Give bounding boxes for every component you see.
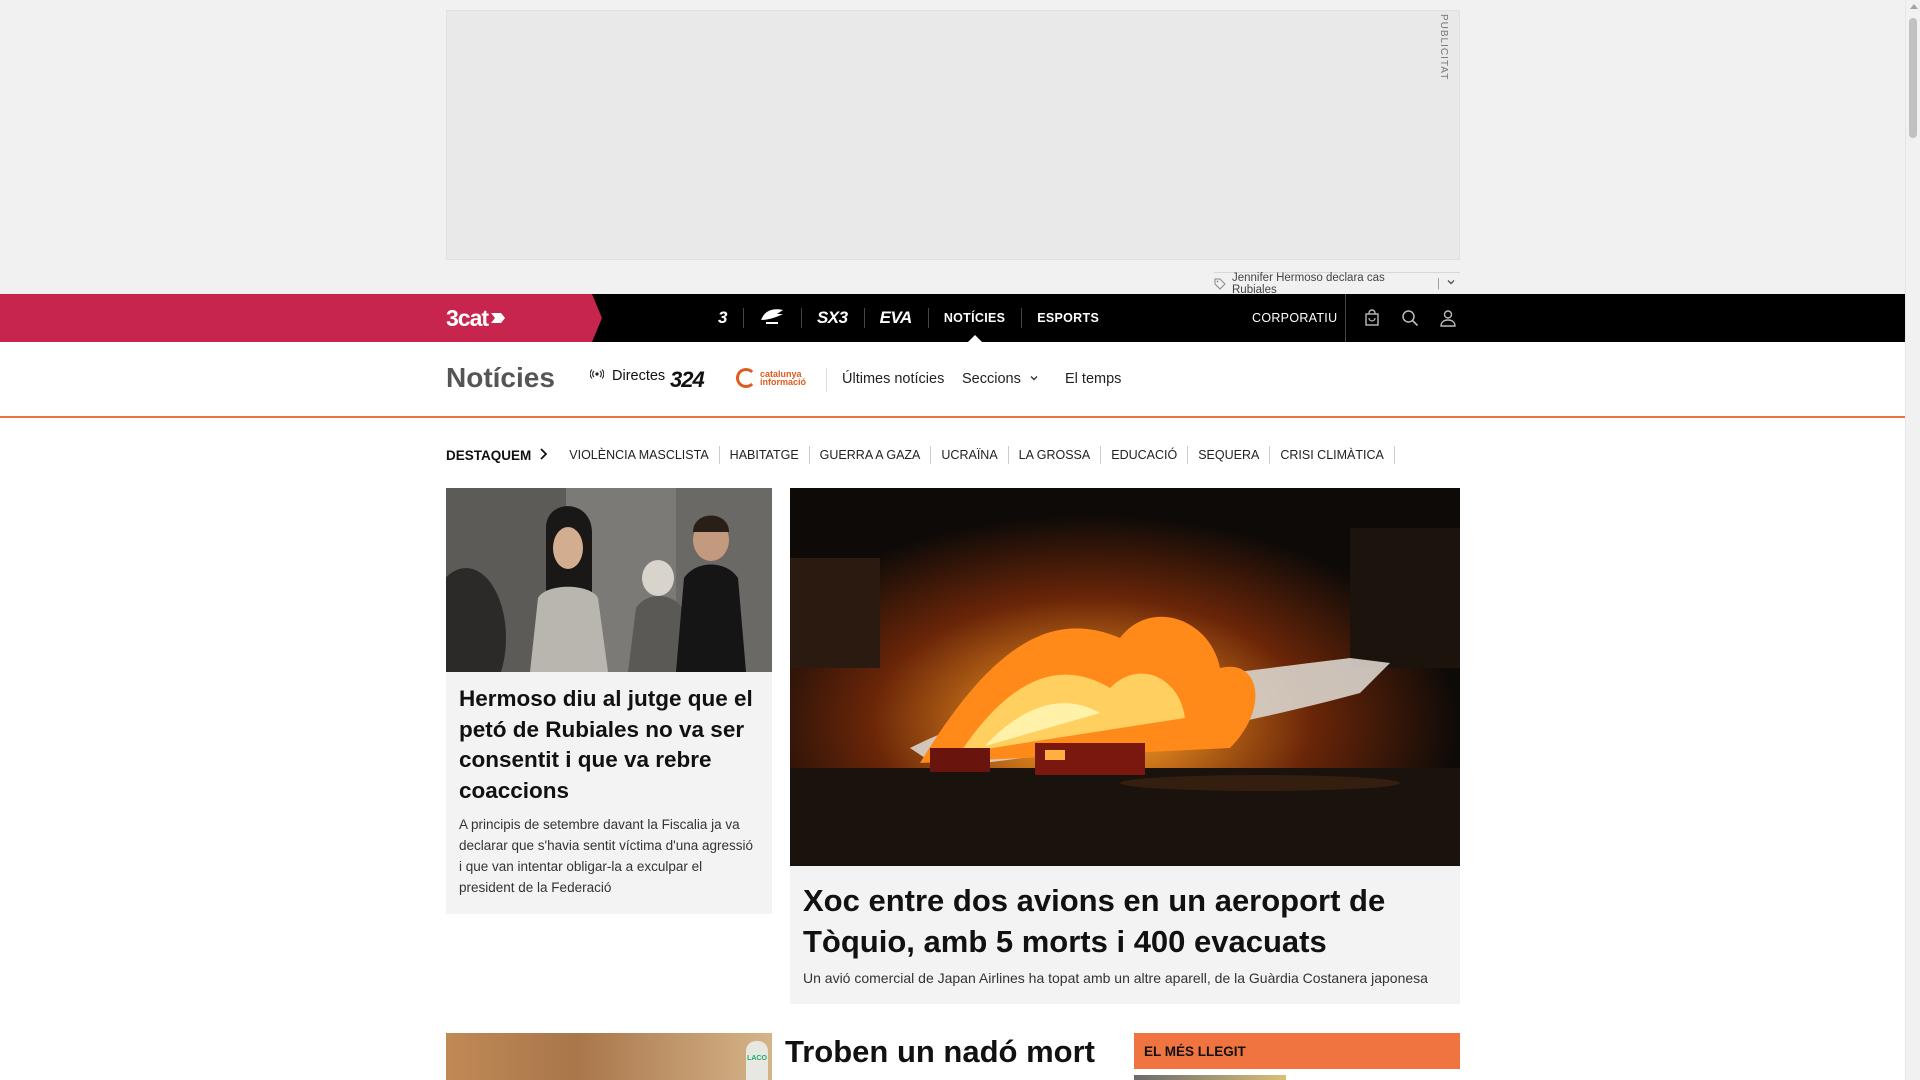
destaquem-item[interactable]: UCRAÏNA — [931, 446, 1009, 464]
channel-noticies-label: NOTÍCIES — [943, 311, 1006, 325]
article-summary: A principis de setembre davant la Fiscal… — [459, 817, 754, 895]
topic-tag[interactable]: Jennifer Hermoso declara cas Rubiales | — [1214, 272, 1460, 296]
chevron-down-icon — [1029, 371, 1039, 387]
article-image[interactable]: LACO — [446, 1033, 772, 1080]
destaquem-bar: DESTAQUEM VIOLÈNCIA MASCLISTA HABITATGE … — [446, 446, 1395, 464]
destaquem-item[interactable]: EDUCACIÓ — [1101, 446, 1189, 464]
destaquem-item[interactable]: VIOLÈNCIA MASCLISTA — [559, 446, 720, 464]
article-image[interactable] — [790, 488, 1460, 866]
mes-llegit-thumbnail[interactable] — [1134, 1075, 1286, 1080]
seccions-label: Seccions — [962, 371, 1021, 387]
brand-block — [0, 294, 602, 342]
ultimes-noticies-link[interactable]: Últimes notícies — [842, 371, 944, 387]
3cat-logo[interactable]: 3cat — [446, 304, 506, 331]
ad-label: PUBLICITAT — [1438, 14, 1449, 81]
destaquem-item[interactable]: CRISI CLIMÀTICA — [1270, 446, 1395, 464]
article-headline[interactable]: Hermoso diu al jutge que el petó de Rubi… — [459, 684, 759, 806]
channel-noticies[interactable]: NOTÍCIES — [927, 294, 1021, 342]
ad-slot[interactable] — [446, 10, 1460, 260]
divider — [826, 368, 827, 392]
chevron-down-icon[interactable] — [1446, 277, 1456, 290]
324-logo[interactable]: 324 — [670, 367, 705, 393]
eva-logo: EVA — [879, 308, 913, 327]
destaquem-item[interactable]: GUERRA A GAZA — [810, 446, 932, 464]
catalunya-informacio-logo[interactable]: catalunya informació — [736, 368, 806, 388]
ad-band: PUBLICITAT Jennifer Hermoso declara cas … — [0, 0, 1905, 296]
article-summary: Un avió comercial de Japan Airlines ha t… — [803, 970, 1428, 986]
directes-link[interactable]: Directes — [589, 368, 666, 384]
catinfo-line2: informació — [760, 377, 807, 387]
channel-tv3[interactable]: 3 — [702, 294, 743, 342]
section-header: Notícies Directes 324 catalunya informac… — [0, 342, 1905, 418]
el-temps-link[interactable]: El temps — [1065, 371, 1121, 387]
catinfo-mark-icon — [736, 368, 756, 388]
top-navigation: 3cat 3 SX3 EVA NOTÍCIES ESPORTS CORPORAT… — [0, 294, 1905, 342]
scrollbar[interactable] — [1905, 0, 1920, 1080]
tv3-logo: 3 — [718, 308, 727, 327]
mes-llegit-header: EL MÉS LLEGIT — [1134, 1033, 1460, 1069]
search-icon[interactable] — [1398, 306, 1422, 330]
directes-label: Directes — [612, 368, 666, 384]
seccions-dropdown[interactable]: Seccions — [962, 371, 1039, 387]
topic-tag-separator: | — [1437, 277, 1440, 290]
destaquem-item[interactable]: SEQUERA — [1188, 446, 1271, 464]
tag-icon — [1214, 278, 1226, 290]
article-card-hermoso[interactable]: Hermoso diu al jutge que el petó de Rubi… — [446, 488, 772, 914]
article-headline[interactable]: Troben un nadó mort — [785, 1034, 1095, 1070]
channel-list: 3 SX3 EVA NOTÍCIES ESPORTS — [702, 294, 1115, 342]
destaquem-item[interactable]: LA GROSSA — [1009, 446, 1102, 464]
catradio-logo — [759, 306, 785, 331]
channel-sx3[interactable]: SX3 — [800, 294, 864, 342]
channel-eva[interactable]: EVA — [863, 294, 928, 342]
article-card-tokyo[interactable]: Xoc entre dos avions en un aeroport de T… — [790, 488, 1460, 1004]
chevron-right-icon — [539, 447, 548, 463]
324-logo-text: 324 — [670, 367, 705, 392]
channel-catradio[interactable] — [742, 294, 801, 342]
channel-esports-label: ESPORTS — [1037, 311, 1100, 325]
brand-name: 3cat — [446, 304, 489, 331]
corporatiu-link[interactable]: CORPORATIU — [1252, 294, 1337, 342]
channel-esports[interactable]: ESPORTS — [1021, 294, 1115, 342]
destaquem-item[interactable]: HABITATGE — [720, 446, 810, 464]
page: PUBLICITAT Jennifer Hermoso declara cas … — [0, 0, 1920, 1080]
destaquem-label: DESTAQUEM — [446, 447, 532, 463]
shopping-bag-icon[interactable] — [1360, 306, 1384, 330]
user-icon[interactable] — [1436, 306, 1460, 330]
scroll-up-arrow-icon[interactable] — [1910, 4, 1918, 9]
live-broadcast-icon — [589, 368, 605, 384]
scrollbar-thumb[interactable] — [1909, 18, 1917, 138]
topic-tag-text: Jennifer Hermoso declara cas Rubiales — [1232, 271, 1385, 296]
section-title[interactable]: Notícies — [446, 362, 555, 394]
destaquem-title[interactable]: DESTAQUEM — [446, 448, 559, 463]
article-image[interactable] — [446, 488, 772, 672]
storefront-sign: LACO — [746, 1041, 768, 1080]
nav-icons — [1345, 294, 1460, 342]
article-headline[interactable]: Xoc entre dos avions en un aeroport de T… — [803, 880, 1453, 962]
sx3-logo: SX3 — [816, 308, 848, 327]
